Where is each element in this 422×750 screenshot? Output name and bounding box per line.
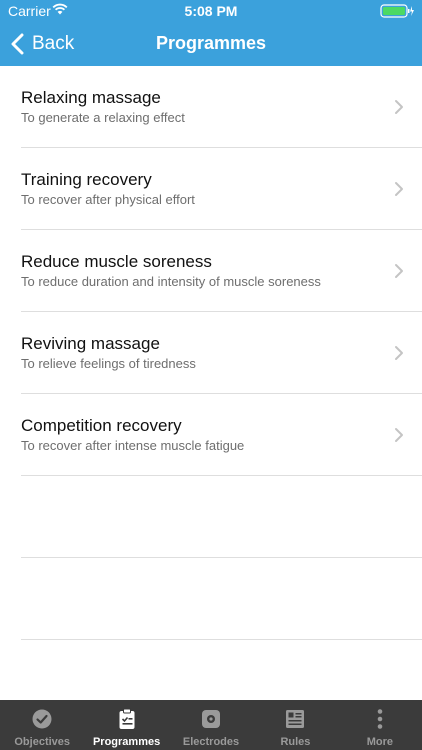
empty-row [21, 476, 422, 558]
programme-title: Reviving massage [21, 334, 160, 353]
battery-icon [380, 4, 414, 18]
tab-electrodes[interactable]: Electrodes [169, 700, 253, 750]
tab-more[interactable]: More [338, 700, 422, 750]
more-dots-icon [377, 709, 383, 729]
tab-label: Programmes [92, 736, 161, 748]
programme-row-relaxing-massage[interactable]: Relaxing massage To generate a relaxing … [21, 66, 422, 148]
status-bar: Carrier 5:08 PM [0, 0, 422, 22]
programme-subtitle: To recover after physical effort [21, 192, 195, 207]
tab-label: Electrodes [182, 736, 240, 748]
programme-row-reviving-massage[interactable]: Reviving massage To relieve feelings of … [21, 312, 422, 394]
programme-subtitle: To relieve feelings of tiredness [21, 356, 196, 371]
empty-row [21, 558, 422, 640]
programme-subtitle: To generate a relaxing effect [21, 110, 185, 125]
tab-programmes[interactable]: Programmes [84, 700, 168, 750]
tab-objectives[interactable]: Objectives [0, 700, 84, 750]
status-time: 5:08 PM [184, 3, 238, 19]
programme-title: Training recovery [21, 170, 152, 189]
chevron-right-icon [395, 100, 403, 114]
chevron-right-icon [395, 182, 403, 196]
tab-rules[interactable]: Rules [253, 700, 337, 750]
programme-title: Reduce muscle soreness [21, 252, 212, 271]
clipboard-icon [119, 708, 135, 729]
navigation-bar: Back Programmes [0, 22, 422, 66]
rules-icon [286, 710, 305, 728]
programme-title: Competition recovery [21, 416, 182, 435]
electrode-icon [202, 710, 221, 728]
page-title: Programmes [155, 33, 267, 53]
programme-subtitle: To reduce duration and intensity of musc… [21, 274, 321, 289]
tab-label: Objectives [14, 736, 71, 748]
tab-label: More [366, 736, 393, 748]
chevron-right-icon [395, 346, 403, 360]
check-circle-icon [32, 709, 52, 729]
programme-list: Relaxing massage To generate a relaxing … [0, 66, 422, 640]
top-bar: Carrier 5:08 PM Back Programmes [0, 0, 422, 66]
chevron-right-icon [395, 264, 403, 278]
tab-bar: Objectives Programmes Electrodes Rules M… [0, 700, 422, 750]
chevron-right-icon [395, 428, 403, 442]
programme-row-training-recovery[interactable]: Training recovery To recover after physi… [21, 148, 422, 230]
programme-title: Relaxing massage [21, 88, 161, 107]
programme-subtitle: To recover after intense muscle fatigue [21, 438, 245, 453]
programme-row-reduce-muscle-soreness[interactable]: Reduce muscle soreness To reduce duratio… [21, 230, 422, 312]
programme-row-competition-recovery[interactable]: Competition recovery To recover after in… [21, 394, 422, 476]
tab-label: Rules [280, 736, 311, 748]
